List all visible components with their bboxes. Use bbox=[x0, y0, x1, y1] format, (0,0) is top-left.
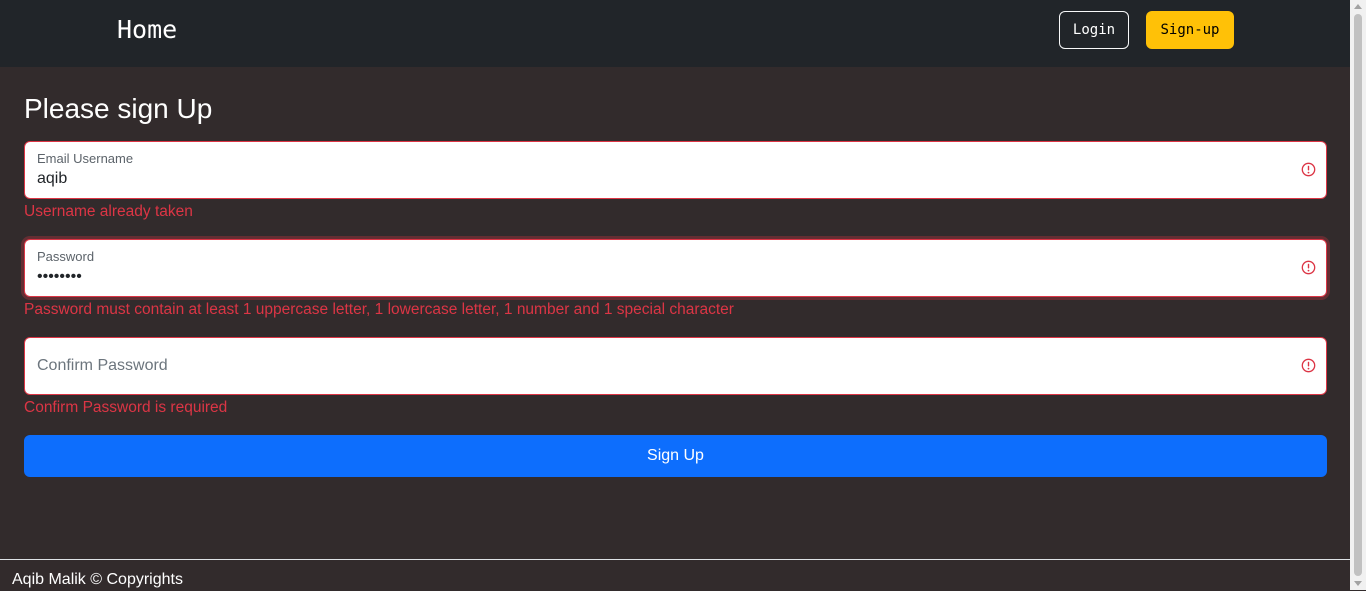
scroll-up-arrow-icon[interactable] bbox=[1354, 4, 1362, 9]
scroll-down-arrow-icon[interactable] bbox=[1354, 581, 1362, 586]
navbar: Home Login Sign-up bbox=[0, 0, 1350, 67]
login-button[interactable]: Login bbox=[1059, 11, 1129, 49]
email-field-value: aqib bbox=[37, 170, 68, 187]
footer-copyright: Aqib Malik © Copyrights bbox=[12, 571, 183, 588]
password-field-value: •••••••• bbox=[37, 268, 82, 285]
confirm-password-error-message: Confirm Password is required bbox=[24, 399, 228, 416]
signup-button[interactable]: Sign-up bbox=[1146, 11, 1234, 49]
password-field[interactable]: Password •••••••• bbox=[24, 239, 1327, 297]
email-field-label: Email Username bbox=[37, 151, 134, 166]
signup-submit-button[interactable]: Sign Up bbox=[24, 435, 1327, 477]
footer: Aqib Malik © Copyrights bbox=[0, 559, 1350, 591]
confirm-password-placeholder: Confirm Password bbox=[37, 357, 168, 374]
exclamation-circle-icon bbox=[1301, 358, 1316, 373]
confirm-password-field[interactable]: Confirm Password bbox=[24, 337, 1327, 395]
email-error-message: Username already taken bbox=[24, 203, 193, 220]
page-title: Please sign Up bbox=[24, 93, 213, 124]
brand-home-link[interactable]: Home bbox=[117, 14, 177, 46]
exclamation-circle-icon bbox=[1301, 162, 1316, 177]
email-field[interactable]: Email Username aqib bbox=[24, 141, 1327, 199]
exclamation-circle-icon bbox=[1301, 260, 1316, 275]
scrollbar-thumb[interactable] bbox=[1354, 14, 1362, 576]
vertical-scrollbar[interactable] bbox=[1350, 0, 1366, 590]
password-field-label: Password bbox=[37, 249, 95, 264]
password-error-message: Password must contain at least 1 upperca… bbox=[24, 301, 734, 318]
